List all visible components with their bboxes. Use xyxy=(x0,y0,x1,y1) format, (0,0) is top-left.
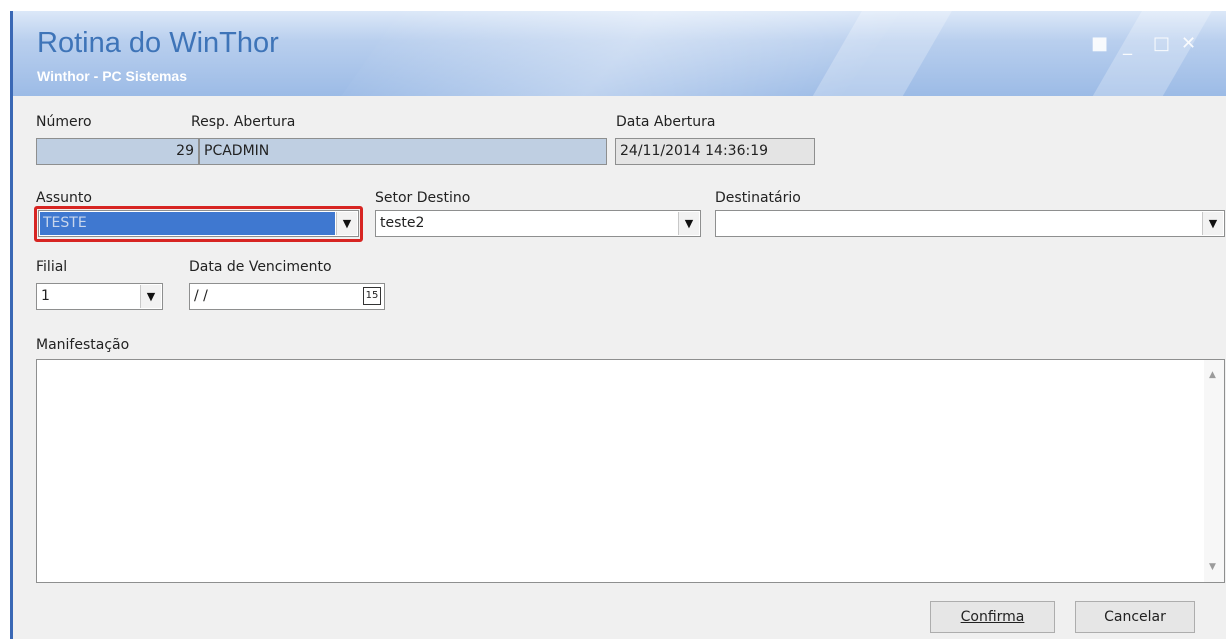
title-bar: Rotina do WinThor Winthor - PC Sistemas … xyxy=(13,11,1226,96)
confirma-button-label: Confirma xyxy=(960,609,1025,625)
manifestacao-scrollbar[interactable]: ▲ ▼ xyxy=(1204,360,1224,582)
assunto-label: Assunto xyxy=(36,190,92,206)
filial-value: 1 xyxy=(41,288,50,304)
chevron-down-icon[interactable]: ▼ xyxy=(678,212,699,235)
scroll-down-icon[interactable]: ▼ xyxy=(1209,562,1216,572)
minimize-icon[interactable]: _ xyxy=(1123,35,1132,56)
maximize-icon[interactable]: □ xyxy=(1153,33,1170,54)
restore-icon[interactable]: ■ xyxy=(1091,33,1108,54)
filial-select[interactable]: 1 ▼ xyxy=(36,283,163,310)
rotina-window: Rotina do WinThor Winthor - PC Sistemas … xyxy=(10,11,1226,639)
form-content: Número 29 Resp. Abertura PCADMIN Data Ab… xyxy=(13,96,1226,639)
numero-field[interactable]: 29 xyxy=(36,138,199,165)
chevron-down-icon[interactable]: ▼ xyxy=(140,285,161,308)
manifestacao-textarea[interactable]: ▲ ▼ xyxy=(36,359,1225,583)
setor-destino-select[interactable]: teste2 ▼ xyxy=(375,210,701,237)
calendar-icon[interactable]: 15 xyxy=(363,287,381,305)
data-abertura-field[interactable]: 24/11/2014 14:36:19 xyxy=(615,138,815,165)
data-vencimento-value: / / xyxy=(194,288,208,304)
resp-abertura-label: Resp. Abertura xyxy=(191,114,296,130)
data-vencimento-label: Data de Vencimento xyxy=(189,259,332,275)
scroll-up-icon[interactable]: ▲ xyxy=(1209,370,1216,380)
window-subtitle: Winthor - PC Sistemas xyxy=(37,68,188,84)
numero-label: Número xyxy=(36,114,92,130)
filial-label: Filial xyxy=(36,259,68,275)
destinatario-label: Destinatário xyxy=(715,190,801,206)
confirma-button[interactable]: Confirma xyxy=(930,601,1055,633)
chevron-down-icon[interactable]: ▼ xyxy=(1202,212,1223,235)
destinatario-select[interactable]: ▼ xyxy=(715,210,1225,237)
close-icon[interactable]: ✕ xyxy=(1181,33,1196,54)
data-abertura-label: Data Abertura xyxy=(616,114,716,130)
setor-destino-value: teste2 xyxy=(380,215,425,231)
window-title: Rotina do WinThor xyxy=(37,27,279,59)
manifestacao-label: Manifestação xyxy=(36,337,130,353)
resp-abertura-field[interactable]: PCADMIN xyxy=(199,138,607,165)
cancelar-button[interactable]: Cancelar xyxy=(1075,601,1195,633)
data-vencimento-field[interactable]: / / 15 xyxy=(189,283,385,310)
setor-destino-label: Setor Destino xyxy=(375,190,471,206)
assunto-highlight-box xyxy=(34,206,363,242)
